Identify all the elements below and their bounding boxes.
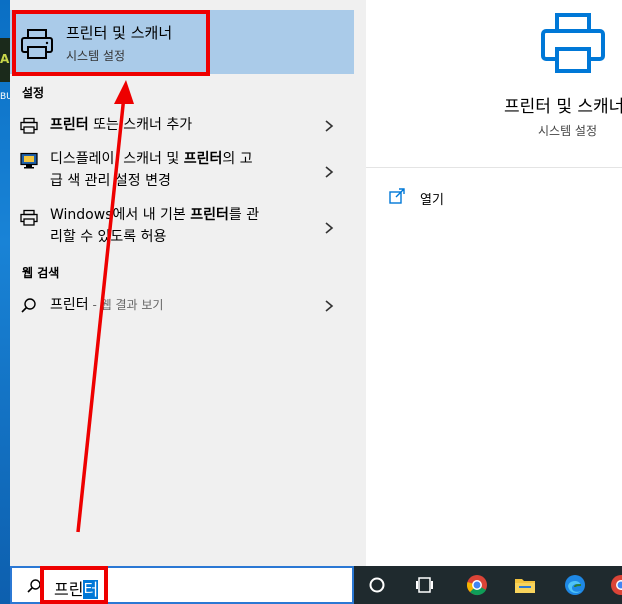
settings-section-label: 설정	[22, 86, 45, 100]
divider	[366, 167, 622, 168]
printer-icon	[20, 209, 38, 226]
result-label: 프린터 - 웹 결과 보기	[50, 297, 164, 313]
chrome-icon[interactable]	[466, 574, 488, 596]
result-label: 프린터 또는 스캐너 추가	[50, 117, 193, 133]
web-section-label: 웹 검색	[22, 266, 60, 280]
file-explorer-icon[interactable]	[514, 574, 536, 596]
chevron-right-icon[interactable]	[322, 221, 336, 235]
highlight-box-best-match	[12, 10, 210, 76]
taskbar	[354, 566, 622, 604]
search-results-panel: 프린터 및 스캐너 시스템 설정 설정 프린터 또는 스캐너 추가 디스플레이,…	[10, 0, 366, 566]
chevron-right-icon[interactable]	[322, 299, 336, 313]
preview-title: 프린터 및 스캐너	[504, 97, 622, 117]
result-display-color[interactable]: 디스플레이, 스캐너 및 프린터의 고급 색 관리 설정 변경	[10, 148, 354, 196]
preview-panel: 프린터 및 스캐너 시스템 설정 열기	[366, 0, 622, 566]
desktop-background: A BU	[0, 0, 13, 604]
edge-icon[interactable]	[564, 574, 586, 596]
web-search-result[interactable]: 프린터 - 웹 결과 보기	[10, 292, 354, 320]
open-icon	[389, 188, 405, 204]
cortana-icon[interactable]	[366, 574, 388, 596]
printer-icon	[20, 117, 38, 134]
chevron-right-icon[interactable]	[322, 165, 336, 179]
result-add-printer[interactable]: 프린터 또는 스캐너 추가	[10, 112, 354, 140]
chevron-right-icon[interactable]	[322, 119, 336, 133]
printer-icon	[541, 13, 605, 73]
result-default-printer[interactable]: Windows에서 내 기본 프린터를 관 리할 수 있도록 허용	[10, 204, 354, 252]
preview-subtitle: 시스템 설정	[538, 124, 598, 138]
open-label: 열기	[420, 193, 444, 208]
result-label: 디스플레이, 스캐너 및 프린터의 고급 색 관리 설정 변경	[50, 151, 253, 189]
result-label: Windows에서 내 기본 프린터를 관 리할 수 있도록 허용	[50, 207, 260, 245]
desktop-icon-label: A	[0, 52, 10, 66]
task-view-icon[interactable]	[414, 574, 436, 596]
monitor-icon	[20, 152, 38, 169]
search-icon	[21, 298, 36, 313]
screen: A BU 프린터 및 스캐너 시스템 설정 설정 프린터 또는 스캐너 추가 디…	[0, 0, 622, 604]
desktop-icon[interactable]: A	[0, 38, 10, 82]
highlight-box-search-text	[40, 566, 108, 604]
chrome-icon[interactable]	[610, 574, 622, 596]
